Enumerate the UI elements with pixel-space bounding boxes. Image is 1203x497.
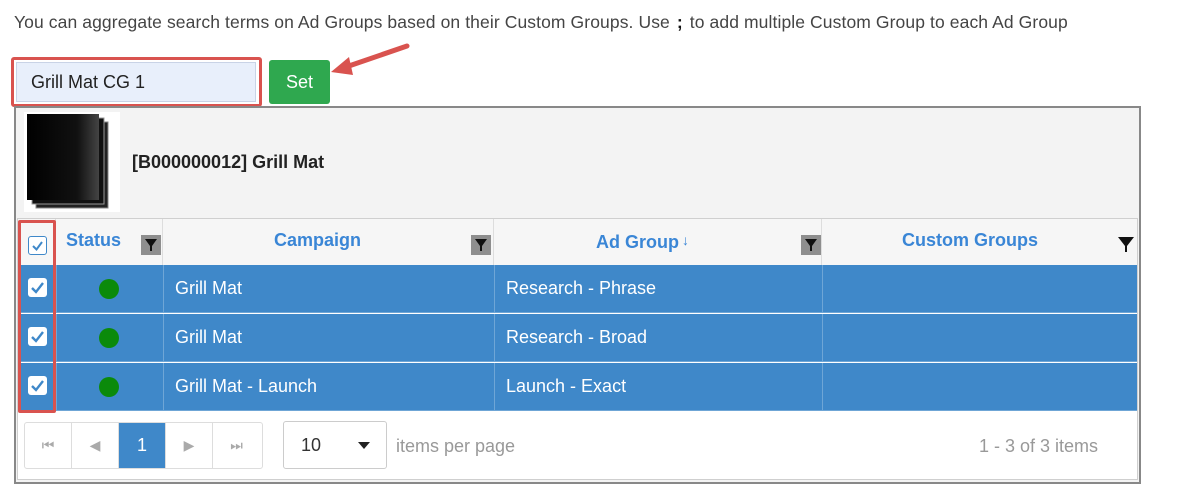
pager-range-info: 1 - 3 of 3 items (979, 436, 1099, 456)
custom-group-input[interactable] (16, 62, 256, 102)
grill-mat-image (24, 112, 120, 212)
instruction-separator: ; (676, 12, 683, 32)
column-label-campaign: Campaign (274, 230, 362, 250)
last-page-button[interactable]: ⏭ (213, 423, 260, 468)
instruction-before: You can aggregate search terms on Ad Gro… (14, 12, 670, 32)
ad-group-label: Ad Group (596, 232, 679, 252)
table-row[interactable]: Grill Mat Research - Broad (18, 314, 1137, 362)
chevron-down-icon (358, 442, 370, 449)
instruction-text: You can aggregate search terms on Ad Gro… (14, 12, 1068, 33)
sort-descending-icon: ↓ (682, 232, 689, 248)
previous-page-button[interactable]: ◀ (72, 423, 119, 468)
status-dot (99, 279, 119, 299)
ad-group-cell: Research - Phrase (506, 278, 657, 298)
page-size-select[interactable]: 10 (283, 421, 387, 469)
pagination: ⏮ ◀ 1 ▶ ⏭ (24, 422, 263, 469)
status-filter-icon[interactable] (141, 235, 161, 255)
next-page-button[interactable]: ▶ (166, 423, 213, 468)
callout-arrow-icon (331, 43, 410, 75)
campaign-cell: Grill Mat (175, 278, 242, 298)
instruction-after: to add multiple Custom Group to each Ad … (689, 12, 1068, 32)
ad-group-cell: Research - Broad (506, 327, 648, 347)
first-page-button[interactable]: ⏮ (25, 423, 72, 468)
checkbox-callout-highlight (18, 220, 56, 413)
set-button[interactable]: Set (269, 60, 330, 104)
product-title: [B000000012] Grill Mat (132, 152, 325, 172)
status-dot (99, 377, 119, 397)
ad-group-cell: Launch - Exact (506, 376, 627, 396)
column-label-ad-group: Ad Group ↓ (596, 232, 689, 253)
items-per-page-label: items per page (396, 436, 516, 456)
page-1-button[interactable]: 1 (119, 423, 166, 468)
page-size-value: 10 (301, 435, 322, 455)
column-label-custom-groups: Custom Groups (902, 230, 1039, 250)
table-row[interactable]: Grill Mat Research - Phrase (18, 265, 1137, 313)
custom-groups-filter-icon[interactable] (1116, 235, 1136, 255)
ad-group-filter-icon[interactable] (801, 235, 821, 255)
column-label-status: Status (66, 230, 122, 250)
status-dot (99, 328, 119, 348)
table-row[interactable]: Grill Mat - Launch Launch - Exact (18, 363, 1137, 411)
campaign-cell: Grill Mat - Launch (175, 376, 318, 396)
campaign-cell: Grill Mat (175, 327, 242, 347)
campaign-filter-icon[interactable] (471, 235, 491, 255)
